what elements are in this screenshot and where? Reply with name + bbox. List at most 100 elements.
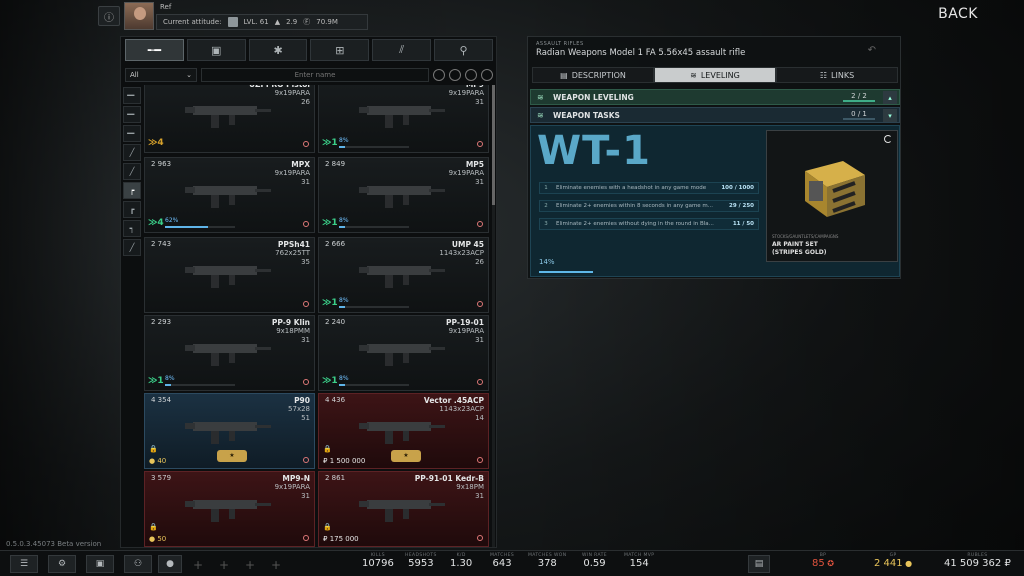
level-text: LVL. 61 (243, 18, 269, 26)
menu-button[interactable]: ☰ (10, 555, 38, 573)
back-button[interactable]: BACK (938, 6, 978, 22)
gold-icon: ● (902, 559, 913, 568)
weapon-card[interactable]: 2 963 MPX 9x19PARA 31 ≫4 62% (144, 157, 315, 233)
melee-icon: ╱ (129, 243, 135, 252)
reward-card[interactable]: STOCKS/GAUNTLETS/CAMPAIGNS AR PAINT SET … (766, 130, 898, 262)
sniper-icon: ╱ (129, 148, 135, 157)
tab-links[interactable]: ☷ LINKS (776, 67, 898, 83)
weapon-price: ● 40 (149, 457, 166, 465)
weapon-card-name: MP5 (465, 160, 484, 169)
tab-description[interactable]: ▤ DESCRIPTION (532, 67, 654, 83)
ruble-icon: ₽ (323, 535, 330, 543)
weapon-card[interactable]: UZI PRO Pistol9x19PARA26≫4 (144, 85, 315, 153)
weapon-card[interactable]: 2 861 PP-91-01 Kedr-B 9x18PM 31 🔒 ₽ 175 000 (318, 471, 489, 547)
weapon-card-capacity: 14 (475, 414, 484, 422)
weapon-xp-bar (339, 226, 409, 228)
info-button[interactable]: ⓘ (98, 6, 120, 26)
smg-icon: ┍ (129, 186, 135, 195)
tab-description-label: DESCRIPTION (571, 70, 626, 80)
loadout-button[interactable]: ▣ (86, 555, 114, 573)
weapon-leveling-row[interactable]: ≋ WEAPON LEVELING 2 / 2 ▴ (530, 89, 900, 105)
sidebar-item-carbine[interactable]: ━╸ (123, 106, 141, 123)
weapon-card-ammo: 9x19PARA (448, 89, 484, 97)
weapon-card[interactable]: 4 436 Vector .45ACP 1143x23ACP 14 🔒 ₽ 1 500 0… (318, 393, 489, 469)
weapon-card-name: P90 (294, 396, 310, 405)
tab-leveling[interactable]: ≋ LEVELING (654, 67, 776, 83)
rating-value: 2.9 (286, 18, 298, 26)
weapon-price-value: 175 000 (329, 535, 359, 543)
sidebar-item-shotgun[interactable]: ╱ (123, 163, 141, 180)
tab-grenades[interactable]: ⚲ (434, 39, 493, 61)
weapon-card[interactable]: 2 240 PP-19-01 9x19PARA 31 ≫1 8% (318, 315, 489, 391)
color-filter-icon[interactable] (449, 69, 461, 81)
avatar[interactable] (124, 2, 154, 30)
task-text: Eliminate 2+ enemies without dying in th… (556, 221, 714, 227)
weapon-card[interactable]: 2 849 MP5 9x19PARA 31 ≫1 8% (318, 157, 489, 233)
links-icon: ☷ (819, 70, 828, 80)
sidebar-item-smg[interactable]: ┍ (123, 182, 141, 199)
weapon-card[interactable]: MP99x19PARA31≫18% (318, 85, 489, 153)
weapon-level-value: 1 (331, 376, 338, 386)
chevron-down-icon[interactable]: ▾ (883, 109, 897, 122)
shield-filter-icon[interactable] (433, 69, 445, 81)
weapon-card[interactable]: 4 354 P90 57x28 51 🔒 ● 40 ★ (144, 393, 315, 469)
stat-matches-won: MATCHES WON 378 (528, 553, 567, 569)
sidebar-item-assault[interactable]: ━╸ (123, 87, 141, 104)
weapon-card-ammo: 762x25TT (275, 249, 310, 257)
weapon-xp-percent: 8% (339, 217, 349, 224)
sidebar-item-melee[interactable]: ╱ (123, 239, 141, 256)
gear-icon: ✱ (273, 43, 283, 57)
weapon-xp-percent: 8% (339, 375, 349, 382)
weapon-card[interactable]: 2 293 PP-9 Klin 9x18PMM 31 ≫1 8% (144, 315, 315, 391)
sidebar-item-dmr[interactable]: ━╸ (123, 125, 141, 142)
task-percent: 14% (539, 258, 555, 266)
kill-count: 2 743 (151, 240, 172, 248)
weapon-card-name: PP-9 Klin (271, 318, 310, 327)
share-icon[interactable]: ↶ (868, 45, 876, 56)
clipboard-button[interactable]: ▤ (748, 555, 770, 573)
add-squad-button[interactable]: + (268, 557, 284, 573)
weapon-level: ≫1 (322, 218, 338, 228)
scrollbar[interactable] (492, 85, 495, 547)
weapon-xp-percent: 8% (165, 375, 175, 382)
bp-balance: BP 85 ✪ (812, 553, 834, 569)
sidebar-item-pistol[interactable]: ┏ (123, 201, 141, 218)
search-input[interactable] (201, 68, 429, 82)
sidebar-item-launcher[interactable]: ┑ (123, 220, 141, 237)
sidebar-item-sniper[interactable]: ╱ (123, 144, 141, 161)
weapon-card-name: PP-19-01 (446, 318, 484, 327)
settings-button[interactable]: ⚙ (48, 555, 76, 573)
tab-gear[interactable]: ✱ (248, 39, 308, 61)
weapon-xp-percent: 62% (165, 217, 179, 224)
carbine-icon: ━╸ (127, 110, 137, 119)
status-dot-icon (303, 535, 309, 541)
weapon-card[interactable]: 2 743 PPSh41 762x25TT 35 (144, 237, 315, 313)
weapon-silhouette-icon (185, 422, 271, 444)
top-bar: ⓘ Ref Current attitude: LVL. 61 ▲ 2.9 Ⓕ … (0, 0, 1024, 34)
weapon-card[interactable]: 2 666 UMP 45 1143x23ACP 26 ≫1 8% (318, 237, 489, 313)
scrollbar-thumb[interactable] (492, 85, 495, 205)
weapon-tasks-row[interactable]: ≋ WEAPON TASKS 0 / 1 ▾ (530, 107, 900, 123)
weapon-silhouette-icon (185, 266, 271, 288)
tab-weapons[interactable]: ╾━ (125, 39, 184, 61)
shotgun-icon: ╱ (129, 167, 135, 176)
friends-button[interactable]: ⚇ (124, 555, 152, 573)
document-icon: ▤ (560, 70, 568, 80)
filter-select[interactable]: All ⌄ (125, 68, 197, 82)
add-squad-button[interactable]: + (216, 557, 232, 573)
tab-ammo[interactable]: ⫽ (372, 39, 432, 61)
add-squad-button[interactable]: + (190, 557, 206, 573)
add-squad-button[interactable]: + (242, 557, 258, 573)
status-dot-icon (303, 221, 309, 227)
weapon-card[interactable]: 3 579 MP9-N 9x19PARA 31 🔒 ● 50 (144, 471, 315, 547)
rank-chevron-icon: ≫ (148, 218, 158, 228)
settings-filter-icon[interactable] (465, 69, 477, 81)
chevron-up-icon[interactable]: ▴ (883, 91, 897, 104)
squad-slot-player[interactable]: ● (158, 555, 182, 573)
status-dot-icon (477, 141, 483, 147)
weapon-card-ammo: 1143x23ACP (439, 405, 484, 413)
task-number: 1 (544, 185, 548, 191)
target-filter-icon[interactable] (481, 69, 493, 81)
tab-armor[interactable]: ▣ (186, 39, 246, 61)
tab-attachments[interactable]: ⊞ (310, 39, 370, 61)
